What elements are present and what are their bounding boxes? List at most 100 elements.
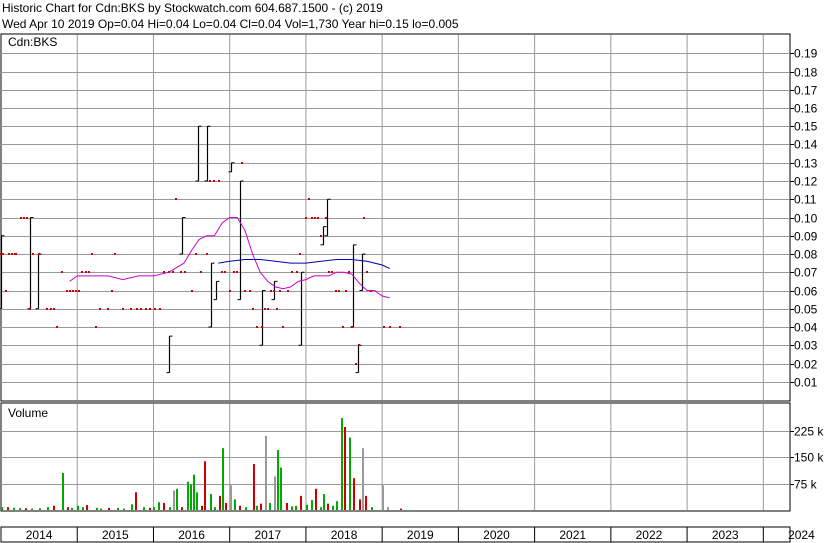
volume-bar bbox=[86, 505, 88, 510]
price-tick-label: 0.04 bbox=[794, 321, 818, 335]
price-tick-label: 0.13 bbox=[794, 157, 818, 171]
volume-bar bbox=[311, 500, 313, 510]
price-point bbox=[20, 217, 22, 219]
price-point bbox=[206, 253, 208, 255]
volume-bar bbox=[387, 507, 389, 510]
price-point bbox=[32, 253, 34, 255]
price-point bbox=[29, 308, 31, 310]
price-point bbox=[233, 271, 235, 273]
price-point bbox=[107, 308, 109, 310]
volume-bar bbox=[117, 507, 119, 510]
price-point bbox=[163, 271, 165, 273]
volume-bar bbox=[153, 507, 155, 510]
volume-tick-label: 75 k bbox=[794, 478, 818, 492]
volume-bar bbox=[222, 448, 224, 510]
stock-chart-page: Historic Chart for Cdn:BKS by Stockwatch… bbox=[0, 0, 830, 543]
price-tick-label: 0.12 bbox=[794, 175, 818, 189]
price-tick-label: 0.15 bbox=[794, 120, 818, 134]
price-point bbox=[273, 290, 275, 292]
volume-bar bbox=[176, 488, 178, 510]
price-tick-label: 0.05 bbox=[794, 303, 818, 317]
price-point bbox=[0, 253, 2, 255]
price-point bbox=[149, 308, 151, 310]
price-point bbox=[279, 290, 281, 292]
price-point bbox=[99, 308, 101, 310]
price-point bbox=[213, 180, 215, 182]
price-point bbox=[2, 253, 4, 255]
price-point bbox=[221, 271, 223, 273]
volume-bar bbox=[371, 507, 373, 510]
price-point bbox=[95, 326, 97, 328]
x-tick-label: 2017 bbox=[254, 528, 281, 542]
volume-bar bbox=[315, 488, 317, 510]
price-point bbox=[366, 271, 368, 273]
volume-bar bbox=[230, 485, 232, 510]
price-point bbox=[184, 271, 186, 273]
price-point bbox=[172, 271, 174, 273]
price-point bbox=[136, 308, 138, 310]
price-point bbox=[287, 290, 289, 292]
volume-bar bbox=[190, 484, 192, 510]
price-point bbox=[299, 253, 301, 255]
volume-bar bbox=[149, 507, 151, 510]
chart-svg: 0.19 0.18 0.17 0.16 0.15 0.14 0.13 0.12 0.11 0.10… bbox=[0, 33, 824, 543]
volume-bar bbox=[39, 508, 41, 510]
price-point bbox=[15, 253, 17, 255]
volume-tick-label: 225 k bbox=[794, 425, 824, 439]
volume-bar bbox=[204, 461, 206, 510]
price-point bbox=[317, 217, 319, 219]
volume-bar bbox=[269, 502, 271, 510]
price-point bbox=[46, 308, 48, 310]
volume-bar bbox=[158, 502, 160, 510]
volume-bar bbox=[100, 508, 102, 510]
price-tick-label: 0.19 bbox=[794, 47, 818, 61]
volume-bar bbox=[245, 507, 247, 510]
volume-bar bbox=[62, 472, 64, 510]
price-point bbox=[399, 326, 401, 328]
price-point bbox=[175, 198, 177, 200]
price-point bbox=[383, 326, 385, 328]
price-point bbox=[159, 308, 161, 310]
price-point bbox=[145, 308, 147, 310]
volume-bar bbox=[25, 508, 27, 510]
volume-bar bbox=[323, 494, 325, 510]
price-point bbox=[308, 198, 310, 200]
price-point bbox=[81, 271, 83, 273]
price-point bbox=[23, 217, 25, 219]
price-point bbox=[191, 290, 193, 292]
price-point bbox=[5, 290, 7, 292]
price-point bbox=[200, 271, 202, 273]
volume-bar bbox=[201, 505, 203, 510]
volume-bar bbox=[280, 467, 282, 510]
price-point bbox=[267, 308, 269, 310]
price-point bbox=[241, 162, 243, 164]
price-point bbox=[320, 235, 322, 237]
price-point bbox=[335, 290, 337, 292]
price-point bbox=[270, 290, 272, 292]
volume-bar bbox=[300, 495, 302, 510]
price-point bbox=[88, 271, 90, 273]
price-point bbox=[78, 290, 80, 292]
volume-bar bbox=[210, 494, 212, 510]
volume-bar bbox=[295, 505, 297, 510]
volume-bar bbox=[349, 437, 351, 510]
price-tick-label: 0.17 bbox=[794, 84, 818, 98]
volume-bar bbox=[359, 499, 361, 510]
price-tick-label: 0.03 bbox=[794, 339, 818, 353]
volume-bar bbox=[181, 507, 183, 510]
volume-bar bbox=[274, 476, 276, 510]
volume-bar bbox=[306, 504, 308, 510]
volume-bar bbox=[123, 508, 125, 510]
price-point bbox=[91, 253, 93, 255]
price-point bbox=[338, 290, 340, 292]
price-point bbox=[140, 308, 142, 310]
volume-bar bbox=[336, 501, 338, 510]
price-point bbox=[296, 271, 298, 273]
volume-bar bbox=[365, 495, 367, 510]
volume-bar bbox=[320, 507, 322, 510]
x-tick-label: 2019 bbox=[407, 528, 434, 542]
price-point bbox=[38, 253, 40, 255]
volume-bar bbox=[362, 448, 364, 510]
volume-bar bbox=[234, 499, 236, 510]
volume-bar bbox=[400, 508, 402, 510]
